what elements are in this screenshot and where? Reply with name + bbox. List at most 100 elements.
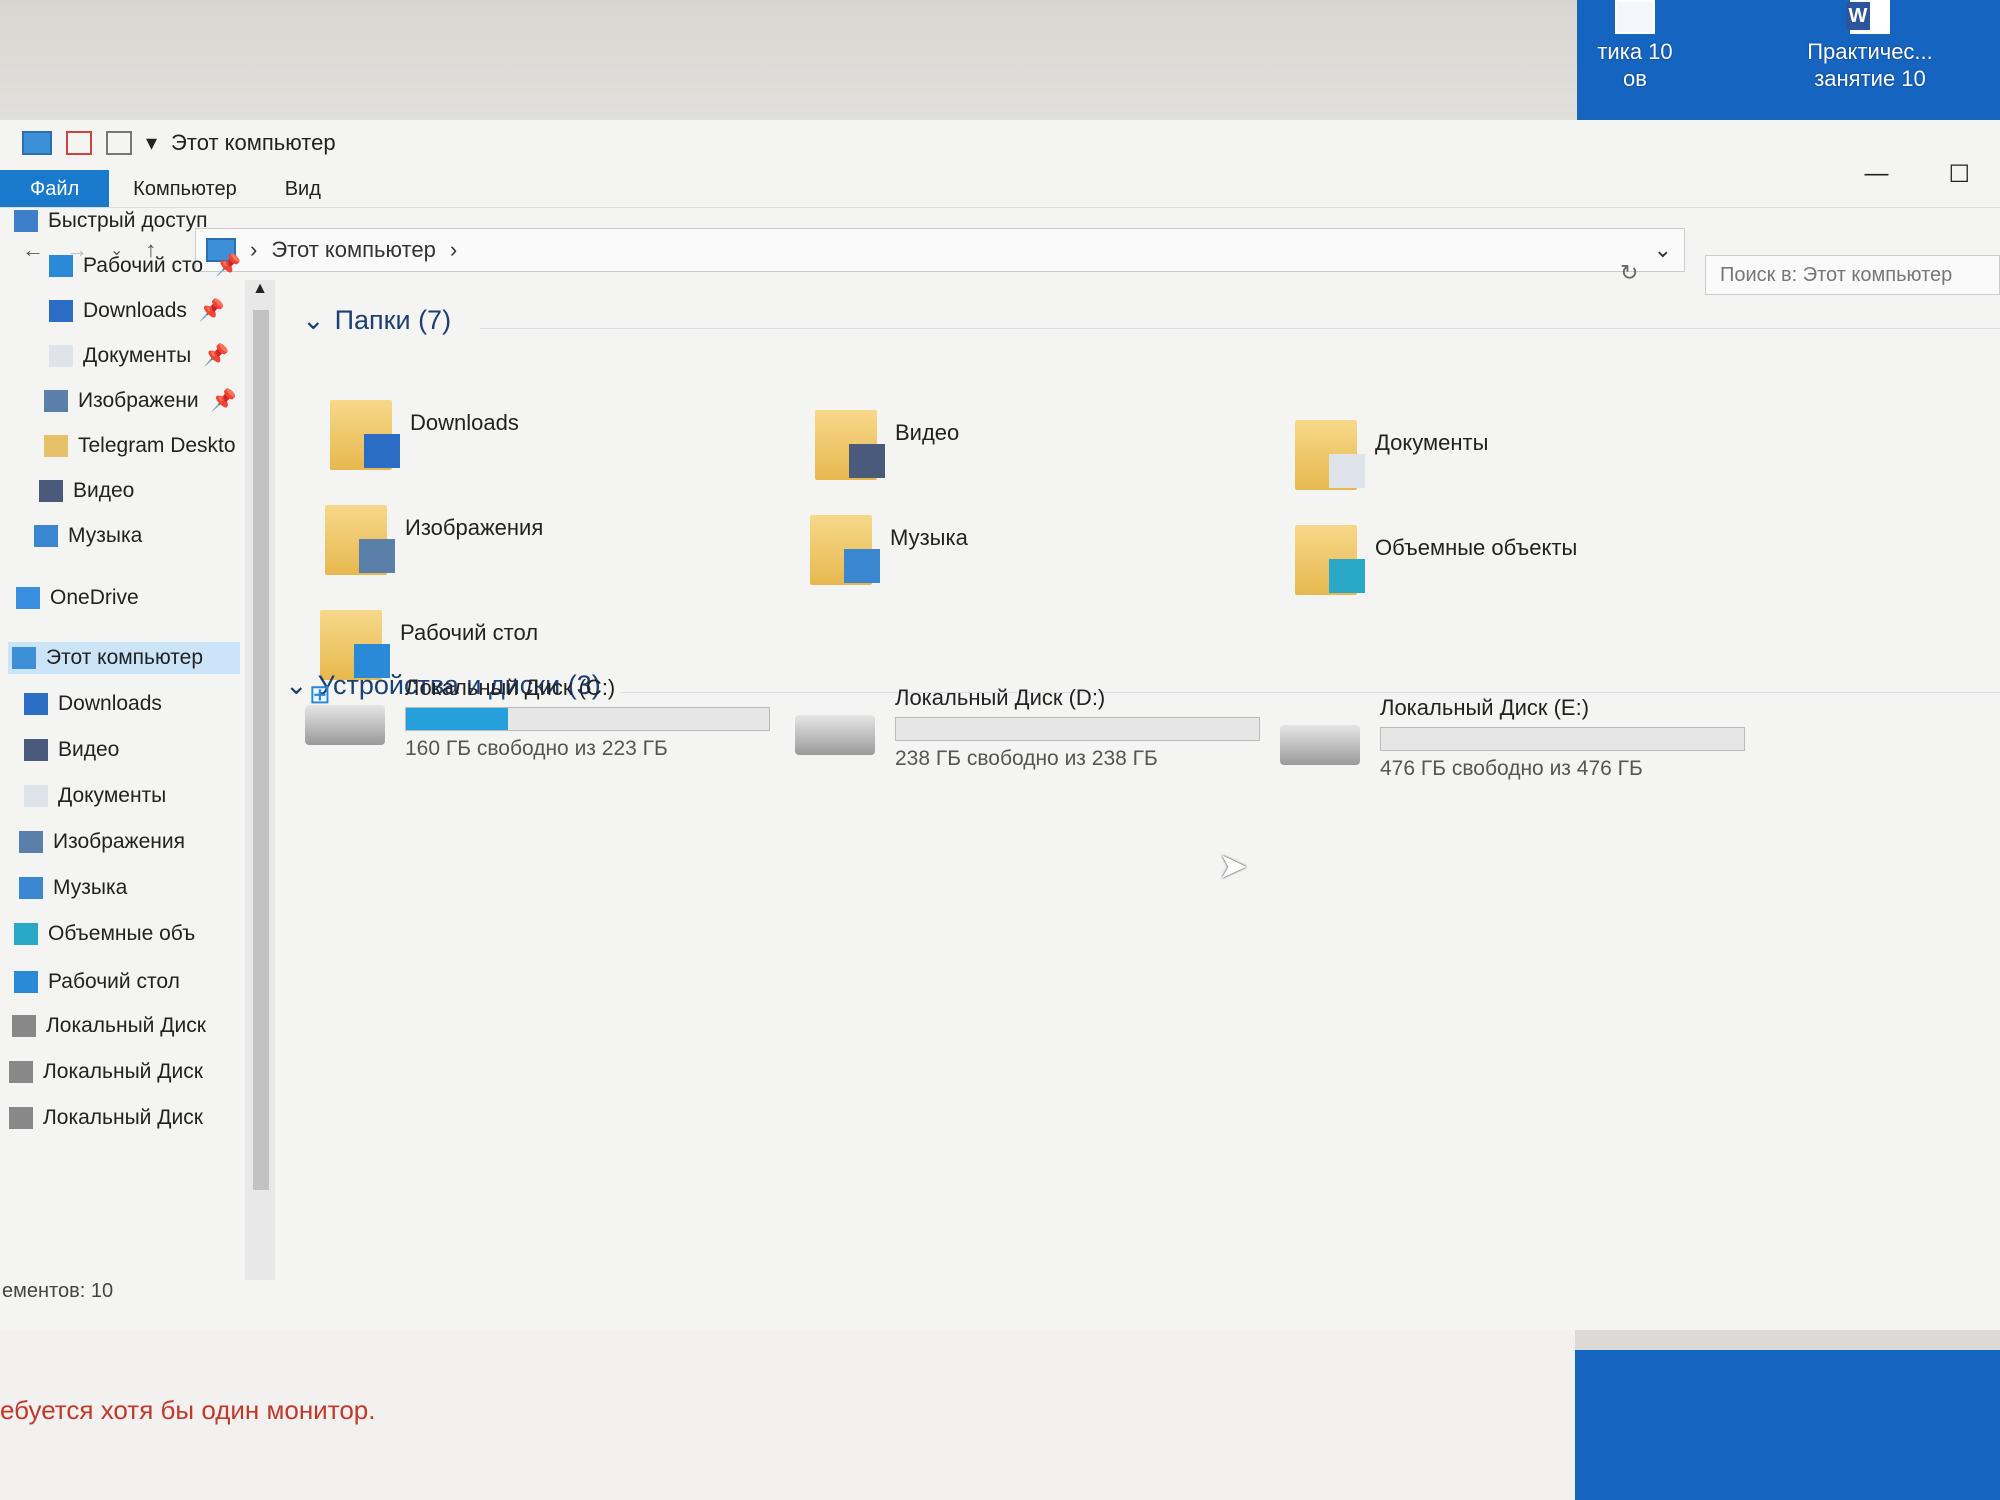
nav-item[interactable]: Документы 📌 (45, 340, 240, 372)
nav-item[interactable]: Изображения (15, 826, 240, 858)
folder-item[interactable]: Объемные объекты (1295, 525, 1577, 595)
3d-objects-icon (1329, 559, 1365, 593)
folder-item[interactable]: Изображения (325, 505, 543, 575)
nav-item[interactable]: Downloads (20, 688, 240, 720)
folder-icon (815, 410, 885, 480)
folder-label: Музыка (890, 525, 968, 550)
folder-label: Видео (895, 420, 960, 445)
drive-icon (9, 1107, 33, 1129)
desktop-icon-label: тика 10 ов (1597, 39, 1673, 91)
group-folders-header[interactable]: ⌄ Папки (7) (302, 305, 451, 336)
nav-item-label: Музыка (53, 876, 128, 899)
nav-item[interactable]: OneDrive (12, 582, 240, 614)
desktop-icon (14, 971, 38, 993)
folder-icon (330, 400, 400, 470)
nav-item[interactable]: Локальный Диск (5, 1102, 240, 1134)
nav-item[interactable]: Downloads 📌 (45, 295, 240, 327)
title-bar: ▾ Этот компьютер (0, 120, 2000, 166)
desktop-icon-document[interactable]: тика 10 ов (1580, 0, 1690, 92)
address-bar[interactable]: › Этот компьютер › ⌄ (195, 228, 1685, 272)
breadcrumb-this-pc[interactable]: Этот компьютер (271, 237, 436, 263)
drive-item[interactable]: Локальный Диск (E:) 476 ГБ свободно из 47… (1280, 695, 1745, 781)
drive-label: Локальный Диск (D:) (895, 685, 1106, 710)
nav-item-label: OneDrive (50, 586, 139, 609)
nav-item-label: Локальный Диск (46, 1014, 206, 1037)
drive-free-space: 160 ГБ свободно из 223 ГБ (405, 737, 668, 760)
nav-item[interactable]: Локальный Диск (8, 1010, 240, 1042)
address-dropdown-icon[interactable]: ⌄ (1654, 237, 1672, 263)
chevron-down-icon: ⌄ (302, 305, 325, 335)
folder-item[interactable]: Музыка (810, 515, 968, 585)
nav-item[interactable]: Изображени 📌 (40, 385, 240, 417)
nav-item[interactable]: Локальный Диск (5, 1056, 240, 1088)
video-icon (24, 739, 48, 761)
pin-icon[interactable]: 📌 (199, 299, 225, 323)
folder-label: Документы (1375, 430, 1489, 455)
folder-icon (810, 515, 880, 585)
nav-item[interactable]: Видео (20, 734, 240, 766)
folder-label: Рабочий стол (400, 620, 539, 645)
nav-item-label: Этот компьютер (46, 646, 204, 669)
pin-icon[interactable]: 📌 (215, 254, 240, 278)
drive-usage-bar (895, 717, 1260, 741)
folder-item[interactable]: Видео (815, 410, 959, 480)
tab-file[interactable]: Файл (0, 170, 110, 207)
nav-item-label: Быстрый доступ (48, 209, 208, 232)
drive-icon (1280, 725, 1360, 765)
drive-icon (12, 1015, 36, 1037)
new-folder-icon[interactable] (106, 131, 132, 155)
scrollbar-thumb[interactable] (253, 310, 269, 1190)
music-icon (34, 525, 58, 547)
nav-item[interactable]: Объемные объ (10, 918, 240, 950)
nav-item-label: Рабочий стол (48, 970, 180, 993)
tab-computer[interactable]: Компьютер (109, 170, 261, 207)
drive-item[interactable]: Локальный Диск (D:) 238 ГБ свободно из 23… (795, 685, 1260, 771)
nav-item-label: Downloads (83, 299, 187, 322)
content-pane: ⌄ Папки (7) Downloads Видео Документы Изобр… (280, 280, 2000, 1280)
drive-icon (9, 1061, 33, 1083)
nav-item-label: Рабочий сто (83, 254, 204, 277)
customize-toolbar-icon[interactable]: ▾ (146, 130, 157, 156)
drive-item[interactable]: ⊞ Локальный Диск (C:) 160 ГБ свободно из 2… (305, 675, 770, 761)
nav-item[interactable]: Музыка (30, 520, 240, 552)
nav-item[interactable]: Telegram Deskto (40, 430, 240, 462)
computer-icon (22, 131, 52, 155)
navigation-bar: ← → ⌄ ↑ › Этот компьютер › ⌄ (0, 220, 2000, 280)
nav-scrollbar[interactable]: ▲ (245, 280, 275, 1280)
nav-item-label: Telegram Deskto (78, 434, 236, 457)
pin-icon[interactable]: 📌 (211, 389, 237, 413)
properties-icon[interactable] (66, 131, 92, 155)
drive-free-space: 476 ГБ свободно из 476 ГБ (1380, 757, 1643, 780)
chevron-right-icon[interactable]: › (450, 237, 457, 263)
nav-item-label: Видео (58, 738, 120, 761)
star-icon (14, 210, 38, 232)
pin-icon[interactable]: 📌 (203, 344, 229, 368)
folder-item[interactable]: Документы (1295, 420, 1488, 490)
desktop-icon-word[interactable]: W Практичес... занятие 10 (1790, 0, 1950, 92)
video-icon (849, 444, 885, 478)
folder-item[interactable]: Downloads (330, 400, 519, 470)
nav-item-label: Видео (73, 479, 135, 502)
documents-icon (24, 785, 48, 807)
nav-item-label: Объемные объ (48, 922, 196, 945)
nav-item[interactable]: Этот компьютер (8, 642, 240, 674)
nav-item[interactable]: Документы (20, 780, 240, 812)
pictures-icon (44, 390, 68, 412)
back-button[interactable]: ← (22, 237, 44, 263)
tab-view[interactable]: Вид (261, 170, 345, 207)
download-icon (49, 300, 73, 322)
folder-icon (44, 435, 68, 457)
drive-usage-bar (405, 707, 770, 731)
scroll-up-icon[interactable]: ▲ (245, 280, 275, 298)
nav-item[interactable]: Видео (35, 475, 240, 507)
nav-item[interactable]: Рабочий сто 📌 (45, 250, 240, 282)
word-document-icon: W (1846, 0, 1890, 34)
ribbon-tabs: Файл Компьютер Вид (0, 170, 2000, 208)
nav-item[interactable]: Музыка (15, 872, 240, 904)
windows-drive-icon: ⊞ (305, 679, 385, 745)
download-icon (24, 693, 48, 715)
download-icon (364, 434, 400, 468)
nav-item[interactable]: Быстрый доступ (10, 205, 240, 237)
computer-icon (12, 647, 36, 669)
nav-item[interactable]: Рабочий стол (10, 966, 240, 998)
